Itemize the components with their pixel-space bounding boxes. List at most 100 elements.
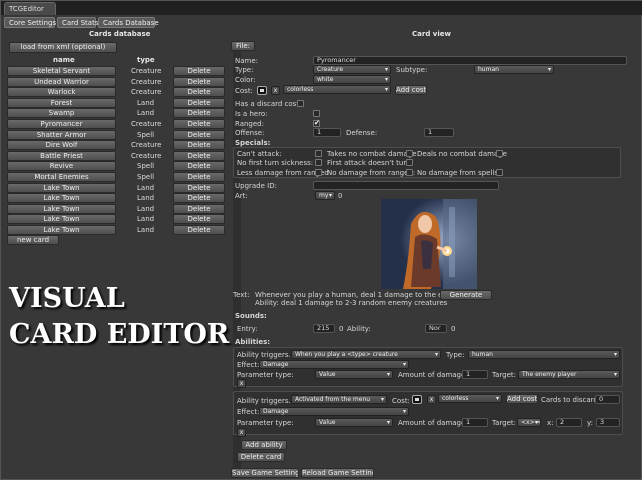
save-game-settings-button[interactable]: Save Game Settings: [231, 468, 299, 478]
card-name-button[interactable]: Skeletal Servant: [7, 66, 116, 76]
name-input[interactable]: Pyromancer: [313, 56, 627, 65]
card-name-button[interactable]: Undead Warrior: [7, 76, 116, 87]
delete-card-row-button[interactable]: Delete: [173, 129, 225, 140]
tab-card-stats[interactable]: Card Stats: [57, 17, 98, 28]
ability-2-x-input[interactable]: 2: [556, 418, 582, 427]
card-type-cell: Creature: [131, 67, 162, 75]
no-first-turn-sickness-checkbox[interactable]: [315, 159, 322, 166]
ability-1-effect-dropdown[interactable]: Damage: [259, 360, 409, 369]
delete-card-row-button[interactable]: Delete: [173, 172, 225, 182]
ability-2-y-input[interactable]: 3: [596, 418, 620, 427]
ability-2-cost-dropdown[interactable]: colorless: [438, 394, 502, 403]
card-name-button[interactable]: Pyromancer: [7, 119, 116, 129]
card-name-button[interactable]: Revive: [7, 161, 116, 172]
subtype-dropdown[interactable]: human: [474, 65, 554, 74]
card-type-cell: Creature: [131, 120, 162, 128]
color-dropdown[interactable]: white: [313, 75, 391, 84]
card-name-button[interactable]: Shatter Armor: [7, 129, 116, 140]
card-name-button[interactable]: Battle Priest: [7, 150, 116, 161]
delete-card-row-button[interactable]: Delete: [173, 119, 225, 129]
card-name-button[interactable]: Lake Town: [7, 193, 116, 204]
delete-card-row-button[interactable]: Delete: [173, 97, 225, 108]
offense-input[interactable]: 1: [313, 128, 341, 137]
tab-core-settings[interactable]: Core Settings: [4, 17, 56, 28]
ability-1-amount-input[interactable]: 1: [462, 370, 488, 379]
ability-2-trigger-dropdown[interactable]: Activated from the menu: [291, 395, 387, 404]
ability-2-amount-input[interactable]: 1: [462, 418, 488, 427]
first-attack-no-turn-checkbox[interactable]: [406, 159, 413, 166]
card-name-button[interactable]: Lake Town: [7, 203, 116, 214]
add-ability-button[interactable]: Add ability: [241, 440, 287, 450]
ranged-checkbox[interactable]: [313, 119, 320, 127]
delete-card-row-button[interactable]: Delete: [173, 182, 225, 193]
delete-card-row-button[interactable]: Delete: [173, 214, 225, 225]
name-label: Name:: [235, 57, 259, 65]
card-name-button[interactable]: Dire Wolf: [7, 140, 116, 151]
hero-label: Is a hero:: [235, 110, 268, 118]
load-xml-button[interactable]: load from xml (optional): [9, 42, 117, 53]
art-label: Art:: [235, 192, 248, 200]
delete-card-row-button[interactable]: Delete: [173, 193, 225, 204]
delete-card-row-button[interactable]: Delete: [173, 225, 225, 235]
type-dropdown[interactable]: Creature: [313, 65, 391, 74]
ability-1-target-dropdown[interactable]: The enemy player: [518, 370, 620, 379]
cards-database-header: Cards database: [89, 30, 151, 38]
delete-card-row-button[interactable]: Delete: [173, 150, 225, 161]
window-title-tab[interactable]: TCGEditor: [4, 2, 56, 15]
ability-2-target-label: Target:: [492, 419, 517, 427]
card-name-button[interactable]: Swamp: [7, 108, 116, 119]
delete-card-row-button[interactable]: Delete: [173, 108, 225, 119]
ability-sound-field[interactable]: Nor: [425, 324, 447, 333]
tab-cards-database[interactable]: Cards Database: [98, 17, 159, 28]
cost-remove-icon[interactable]: x: [271, 86, 280, 95]
cant-attack-checkbox[interactable]: [315, 150, 322, 157]
card-name-button[interactable]: Lake Town: [7, 182, 116, 193]
ability-2-discard-input[interactable]: 0: [595, 395, 620, 404]
ability-2-add-cost-button[interactable]: Add cost: [506, 394, 538, 404]
card-name-button[interactable]: Warlock: [7, 87, 116, 98]
ability-2-amount-label: Amount of damage:: [398, 419, 468, 427]
hero-checkbox[interactable]: [313, 110, 320, 117]
generate-button[interactable]: Generate: [440, 290, 492, 300]
ability-1-param-dropdown[interactable]: Value: [315, 370, 393, 379]
new-card-button[interactable]: new card: [7, 235, 59, 245]
defense-input[interactable]: 1: [424, 128, 454, 137]
ability-2-param-dropdown[interactable]: Value: [315, 418, 393, 427]
ability-1-type-dropdown[interactable]: human: [468, 350, 620, 359]
ability-2-effect-dropdown[interactable]: Damage: [259, 407, 409, 416]
no-combat-damage-taken-checkbox[interactable]: [406, 150, 413, 157]
discard-cost-checkbox[interactable]: [297, 100, 304, 107]
ability-1-param-label: Parameter type:: [237, 371, 294, 379]
art-dropdown[interactable]: my: [315, 191, 335, 200]
no-combat-damage-dealt-checkbox[interactable]: [496, 150, 503, 157]
delete-card-row-button[interactable]: Delete: [173, 203, 225, 214]
card-name-button[interactable]: Mortal Enemies: [7, 172, 116, 182]
file-menu-button[interactable]: File:: [231, 41, 255, 51]
ability-2-cost-remove-icon[interactable]: x: [427, 395, 436, 404]
cost-color-dropdown[interactable]: colorless: [283, 85, 391, 94]
delete-card-button[interactable]: Delete card: [237, 452, 285, 462]
ability-1-trigger-dropdown[interactable]: When you play a <type> creature: [291, 350, 441, 359]
no-spell-damage-checkbox[interactable]: [496, 169, 503, 176]
delete-card-row-button[interactable]: Delete: [173, 161, 225, 172]
delete-card-row-button[interactable]: Delete: [173, 140, 225, 151]
card-text-line2[interactable]: Ability: deal 1 damage to 2-3 random ene…: [255, 299, 447, 307]
card-name-button[interactable]: Lake Town: [7, 214, 116, 225]
delete-card-row-button[interactable]: Delete: [173, 87, 225, 98]
less-ranged-damage-checkbox[interactable]: [315, 169, 322, 176]
add-cost-button[interactable]: Add cost: [395, 85, 427, 95]
card-text-line1[interactable]: Whenever you play a human, deal 1 damage…: [255, 291, 462, 299]
entry-sound-field[interactable]: 215: [313, 324, 335, 333]
reload-game-settings-button[interactable]: Reload Game Settings: [301, 468, 374, 478]
ability-1-remove-icon[interactable]: x: [237, 379, 246, 388]
delete-card-row-button[interactable]: Delete: [173, 76, 225, 87]
no-ranged-damage-label: No damage from ranged:: [327, 169, 416, 177]
defense-label: Defense:: [346, 129, 378, 137]
delete-card-row-button[interactable]: Delete: [173, 66, 225, 76]
card-name-button[interactable]: Lake Town: [7, 225, 116, 235]
no-ranged-damage-checkbox[interactable]: [406, 169, 413, 176]
ability-2-target-dropdown[interactable]: <x>-<y>: [517, 418, 541, 427]
ability-2-remove-icon[interactable]: x: [237, 428, 246, 437]
card-name-button[interactable]: Forest: [7, 97, 116, 108]
upgrade-id-input[interactable]: [313, 181, 499, 190]
